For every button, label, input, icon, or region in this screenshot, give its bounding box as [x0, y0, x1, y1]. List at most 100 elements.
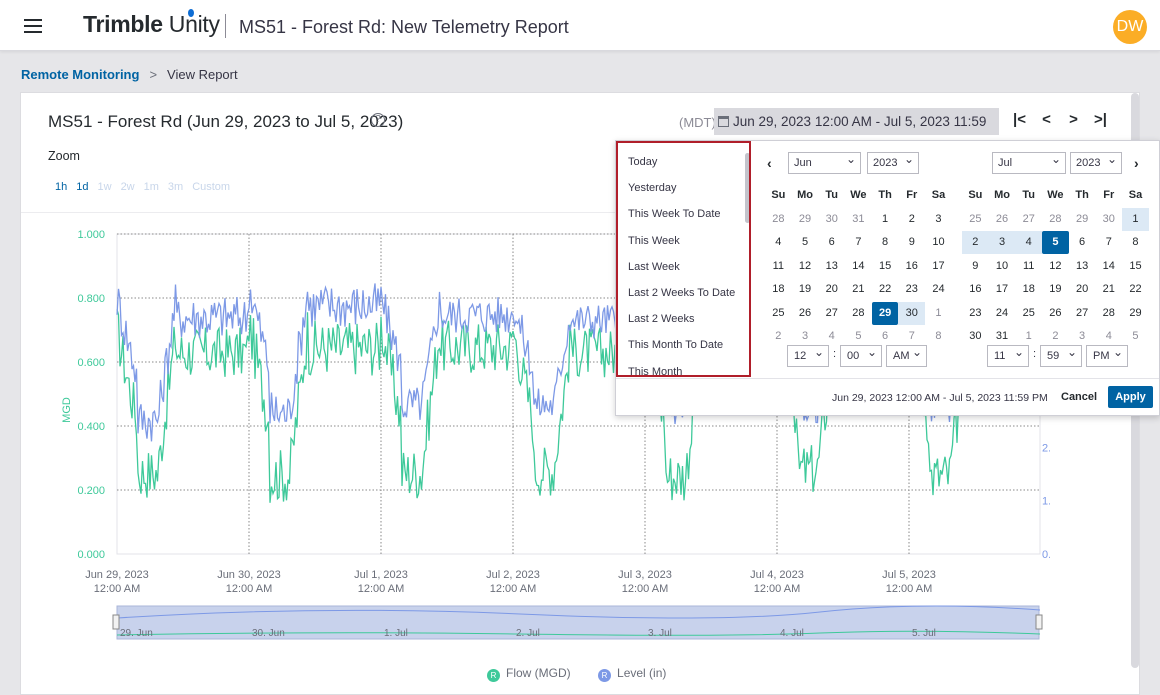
calendar-day[interactable]: 7 — [845, 231, 872, 254]
calendar-day[interactable]: 8 — [1122, 231, 1149, 254]
calendar-day[interactable]: 1 — [1122, 207, 1149, 231]
cancel-button[interactable]: Cancel — [1061, 391, 1097, 403]
calendar-day[interactable]: 6 — [818, 231, 845, 254]
next-month-icon[interactable]: › — [1134, 155, 1139, 171]
calendar-day[interactable]: 24 — [925, 278, 952, 301]
calendar-day[interactable]: 25 — [765, 302, 792, 325]
previous-icon[interactable]: < — [1033, 111, 1060, 128]
end-hour-select[interactable]: 11 — [987, 342, 1029, 367]
calendar-day[interactable]: 3 — [925, 208, 952, 231]
calendar-day[interactable]: 5 — [1042, 231, 1069, 254]
calendar-day[interactable]: 11 — [765, 255, 792, 278]
calendar-day[interactable]: 26 — [989, 208, 1016, 231]
calendar-day[interactable]: 16 — [962, 278, 989, 301]
preset-last-2-weeks[interactable]: Last 2 Weeks — [628, 313, 735, 339]
calendar-day[interactable]: 10 — [925, 231, 952, 254]
calendar-day[interactable]: 31 — [845, 208, 872, 231]
calendar-day[interactable]: 28 — [1095, 302, 1122, 325]
calendar-day[interactable]: 27 — [1015, 208, 1042, 231]
calendar-day[interactable]: 26 — [1042, 302, 1069, 325]
calendar-day[interactable]: 21 — [1095, 278, 1122, 301]
calendar-day[interactable]: 12 — [1042, 255, 1069, 278]
calendar-day[interactable]: 30 — [1095, 208, 1122, 231]
calendar-day[interactable]: 28 — [1042, 208, 1069, 231]
start-minute-select[interactable]: 00 — [840, 342, 882, 367]
calendar-day[interactable]: 27 — [1069, 302, 1096, 325]
preset-this-week-to-date[interactable]: This Week To Date — [628, 208, 735, 234]
calendar-day[interactable]: 5 — [792, 231, 819, 254]
preset-today[interactable]: Today — [628, 156, 735, 182]
calendar-day[interactable]: 20 — [818, 278, 845, 301]
calendar-day[interactable]: 1 — [925, 302, 952, 325]
zoom-custom[interactable]: Custom — [192, 181, 230, 193]
calendar-day[interactable]: 21 — [845, 278, 872, 301]
calendar-day[interactable]: 26 — [792, 302, 819, 325]
calendar-day[interactable]: 12 — [792, 255, 819, 278]
next-icon[interactable]: > — [1060, 111, 1087, 128]
legend-item-flow[interactable]: R Flow (MGD) — [487, 666, 571, 682]
help-icon[interactable]: ? — [371, 113, 385, 127]
calendar-day[interactable]: 30 — [818, 208, 845, 231]
calendar-day[interactable]: 13 — [818, 255, 845, 278]
calendar-day[interactable]: 25 — [962, 208, 989, 231]
calendar-day[interactable]: 24 — [989, 302, 1016, 325]
calendar-day[interactable]: 6 — [1069, 231, 1096, 254]
calendar-day[interactable]: 14 — [845, 255, 872, 278]
calendar-day[interactable]: 30 — [962, 325, 989, 348]
calendar-day[interactable]: 16 — [898, 255, 925, 278]
calendar-day[interactable]: 29 — [871, 301, 899, 325]
last-page-icon[interactable]: >| — [1087, 111, 1114, 128]
calendar-day[interactable]: 25 — [1015, 302, 1042, 325]
calendar-day[interactable]: 22 — [1122, 278, 1149, 301]
calendar-day[interactable]: 28 — [845, 302, 872, 325]
calendar-day[interactable]: 20 — [1069, 278, 1096, 301]
preset-this-week[interactable]: This Week — [628, 235, 735, 261]
zoom-1d[interactable]: 1d — [76, 181, 88, 193]
calendar-day[interactable]: 13 — [1069, 255, 1096, 278]
calendar-day[interactable]: 29 — [1069, 208, 1096, 231]
calendar-day[interactable]: 17 — [925, 255, 952, 278]
calendar-day[interactable]: 7 — [1095, 231, 1122, 254]
zoom-1m[interactable]: 1m — [144, 181, 159, 193]
zoom-1h[interactable]: 1h — [55, 181, 67, 193]
zoom-1w[interactable]: 1w — [98, 181, 112, 193]
calendar-day[interactable]: 15 — [1122, 255, 1149, 278]
calendar-day[interactable]: 23 — [962, 302, 989, 325]
breadcrumb-remote-monitoring[interactable]: Remote Monitoring — [21, 67, 139, 82]
calendar-day[interactable]: 23 — [898, 278, 925, 301]
end-minute-select[interactable]: 59 — [1040, 342, 1082, 367]
calendar-day[interactable]: 9 — [898, 231, 925, 254]
preset-this-month[interactable]: This Month — [628, 366, 735, 376]
calendar-day[interactable]: 3 — [988, 231, 1016, 254]
calendar-day[interactable]: 15 — [872, 255, 899, 278]
end-ampm-select[interactable]: PM — [1086, 342, 1128, 367]
calendar-day[interactable]: 19 — [1042, 278, 1069, 301]
calendar-day[interactable]: 19 — [792, 278, 819, 301]
calendar-day[interactable]: 4 — [765, 231, 792, 254]
preset-this-month-to-date[interactable]: This Month To Date — [628, 339, 735, 365]
calendar-day[interactable]: 29 — [792, 208, 819, 231]
preset-yesterday[interactable]: Yesterday — [628, 182, 735, 208]
zoom-2w[interactable]: 2w — [121, 181, 135, 193]
calendar-day[interactable]: 29 — [1122, 302, 1149, 325]
start-hour-select[interactable]: 12 — [787, 342, 829, 367]
preset-scrollbar[interactable] — [745, 153, 749, 223]
calendar-day[interactable]: 17 — [989, 278, 1016, 301]
year-select-left[interactable]: 2023 — [867, 149, 919, 174]
zoom-3m[interactable]: 3m — [168, 181, 183, 193]
calendar-day[interactable]: 8 — [872, 231, 899, 254]
calendar-day[interactable]: 4 — [1015, 231, 1043, 254]
apply-button[interactable]: Apply — [1108, 386, 1153, 408]
preset-last-2-weeks-to-date[interactable]: Last 2 Weeks To Date — [628, 287, 735, 313]
start-ampm-select[interactable]: AM — [886, 342, 927, 367]
calendar-day[interactable]: 18 — [1015, 278, 1042, 301]
calendar-day[interactable]: 18 — [765, 278, 792, 301]
calendar-day[interactable]: 14 — [1095, 255, 1122, 278]
avatar[interactable]: DW — [1113, 10, 1147, 44]
first-page-icon[interactable]: |< — [1006, 111, 1033, 128]
calendar-day[interactable]: 9 — [962, 255, 989, 278]
menu-icon[interactable] — [24, 19, 42, 33]
calendar-day[interactable]: 8 — [925, 325, 952, 348]
calendar-day[interactable]: 30 — [898, 301, 926, 325]
month-select-left[interactable]: Jun — [788, 149, 861, 174]
